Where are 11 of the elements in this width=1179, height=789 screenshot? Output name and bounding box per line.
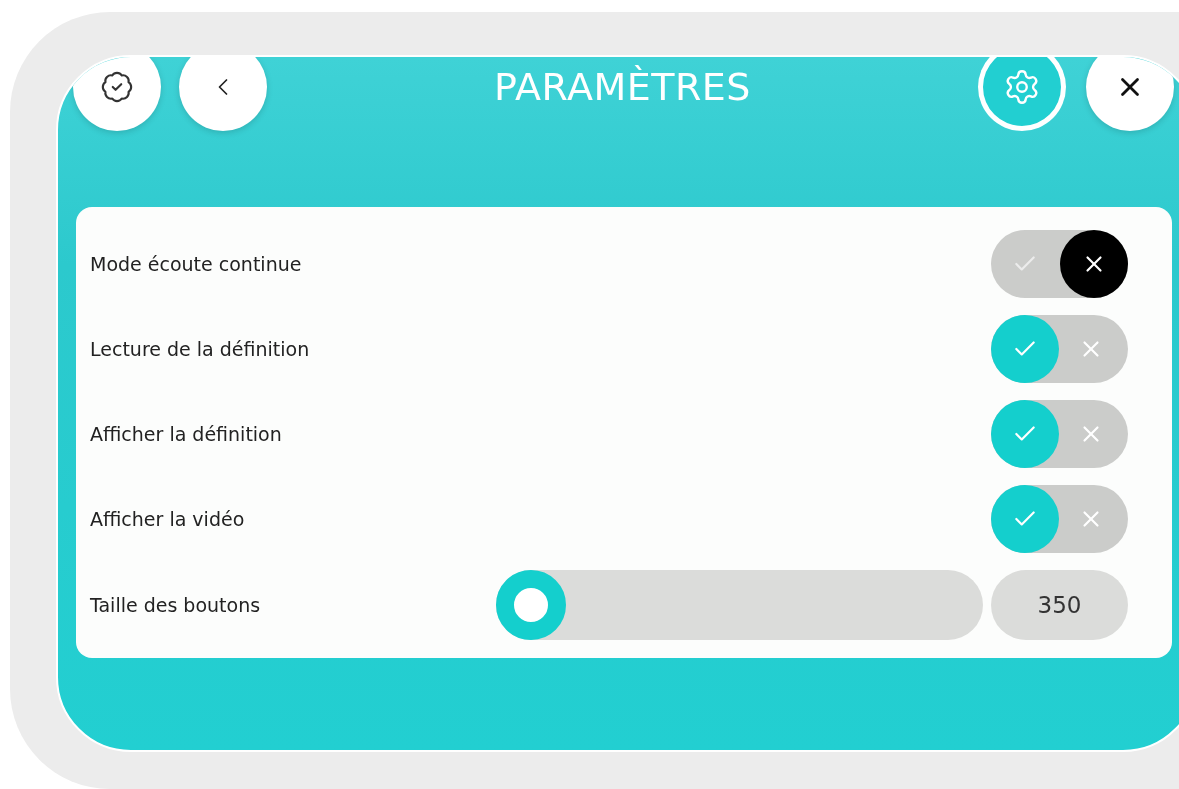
setting-label: Lecture de la définition [90, 338, 311, 360]
verified-button[interactable] [73, 57, 161, 131]
badge-check-icon [100, 69, 134, 104]
close-button[interactable] [1086, 57, 1174, 131]
page-title: PARAMÈTRES [493, 64, 752, 109]
setting-label: Afficher la vidéo [90, 508, 246, 530]
slider-value: 350 [991, 570, 1128, 640]
setting-label: Taille des boutons [90, 594, 262, 616]
back-button[interactable] [179, 57, 267, 131]
setting-label: Mode écoute continue [90, 253, 303, 275]
setting-label: Afficher la définition [90, 423, 283, 445]
